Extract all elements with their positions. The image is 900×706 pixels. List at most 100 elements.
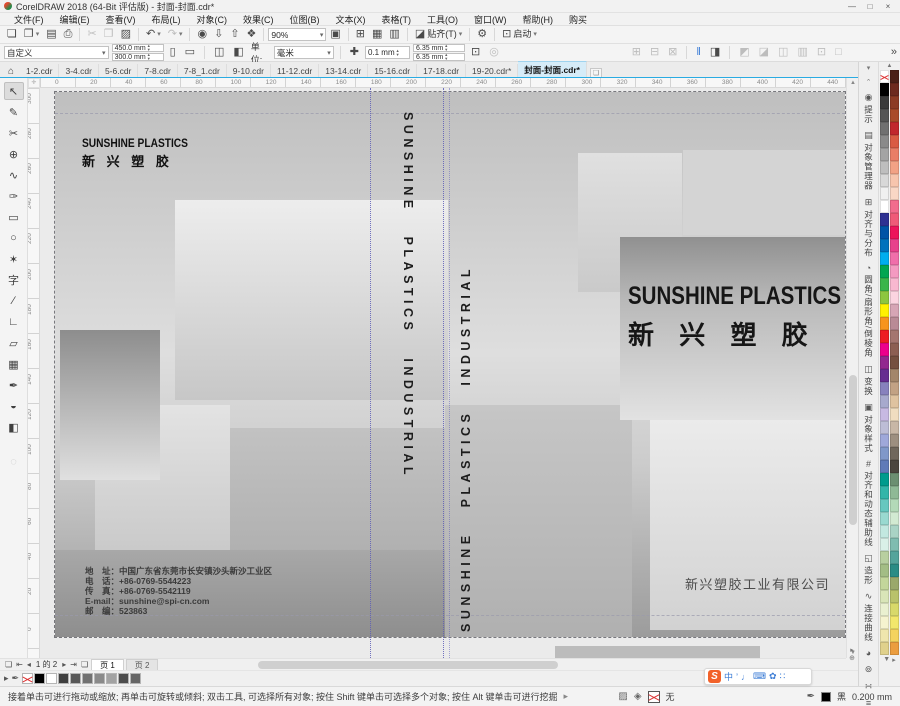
pan-icon[interactable]: ▸: [850, 646, 854, 654]
distribute-button[interactable]: ▥: [794, 45, 810, 60]
palette-swatch[interactable]: [890, 70, 899, 83]
palette-swatch[interactable]: [890, 213, 899, 226]
palette-swatch[interactable]: [880, 122, 889, 135]
vertical-scroll-thumb[interactable]: [849, 375, 857, 525]
menu-item-2[interactable]: 编辑(E): [52, 13, 98, 26]
save-button[interactable]: ▤: [43, 27, 59, 42]
spinner-icons[interactable]: ▲▼: [444, 44, 448, 52]
palette-swatch[interactable]: [880, 629, 889, 642]
palette-swatch[interactable]: [880, 408, 889, 421]
menu-item-4[interactable]: 布局(L): [144, 13, 189, 26]
palette-swatch[interactable]: [890, 447, 899, 460]
full-screen-preview-button[interactable]: ▣: [327, 27, 343, 42]
docker-tab-object-manager[interactable]: ▤对象管理器: [863, 130, 875, 191]
portrait-button[interactable]: ▯: [167, 45, 179, 60]
palette-flyout-arrow-icon[interactable]: ▸: [892, 656, 896, 664]
palette-swatch[interactable]: [880, 473, 889, 486]
smart-fill-tool[interactable]: ◧: [4, 418, 24, 436]
palette-swatch[interactable]: [890, 421, 899, 434]
tray-icon[interactable]: ⊚: [865, 664, 873, 675]
corel-connect-icon[interactable]: ◕: [866, 648, 871, 658]
menu-item-8[interactable]: 文本(X): [328, 13, 374, 26]
menu-item-9[interactable]: 表格(T): [374, 13, 420, 26]
docker-tab-alignment-dynamic-guides[interactable]: #对齐和动态辅助线: [863, 459, 875, 547]
palette-swatch[interactable]: [880, 603, 889, 616]
palette-scroll-up-icon[interactable]: ▲: [887, 62, 893, 70]
prev-page-button[interactable]: ◂: [26, 660, 32, 669]
options-button[interactable]: ⚙: [474, 27, 490, 42]
palette-swatch[interactable]: [880, 109, 889, 122]
new-document-button[interactable]: ❏: [4, 27, 20, 42]
next-page-button[interactable]: ▸: [61, 660, 67, 669]
ime-mic-icon[interactable]: ♩: [741, 672, 750, 682]
show-guidelines-button[interactable]: ▥: [386, 27, 402, 42]
overflow-button[interactable]: »: [888, 45, 900, 60]
search-content-button[interactable]: ◉: [194, 27, 210, 42]
palette-swatch[interactable]: [890, 148, 899, 161]
palette-swatch[interactable]: [890, 252, 899, 265]
palette-swatch[interactable]: [890, 460, 899, 473]
document-palette-swatch[interactable]: [94, 673, 105, 684]
document-palette-swatch[interactable]: [58, 673, 69, 684]
palette-swatch[interactable]: [890, 616, 899, 629]
undo-button[interactable]: ↶▾: [143, 27, 164, 42]
show-grid-button[interactable]: ▦: [369, 27, 385, 42]
vertical-scrollbar[interactable]: ▲ ▼: [846, 78, 858, 658]
palette-swatch[interactable]: [880, 551, 889, 564]
print-button[interactable]: ⎙: [61, 27, 76, 42]
palette-swatch[interactable]: [880, 239, 889, 252]
palette-swatch[interactable]: [880, 200, 889, 213]
palette-swatch[interactable]: [880, 148, 889, 161]
image-adjust-icon[interactable]: ▨: [618, 691, 627, 702]
redo-button[interactable]: ↷▾: [165, 27, 186, 42]
units-combo[interactable]: 毫米▾: [274, 46, 334, 59]
transparency-tool[interactable]: ▦: [4, 355, 24, 373]
palette-swatch[interactable]: [880, 187, 889, 200]
palette-swatch[interactable]: [890, 135, 899, 148]
object-position-button[interactable]: ◨: [707, 45, 723, 60]
application-launcher[interactable]: ⊡启动▾: [499, 27, 540, 42]
palette-swatch[interactable]: [880, 395, 889, 408]
export-button[interactable]: ⇧: [227, 27, 242, 42]
palette-swatch[interactable]: [880, 213, 889, 226]
last-page-button[interactable]: ⇥: [69, 660, 78, 669]
zoom-level-combo[interactable]: 90%▾: [268, 28, 326, 41]
palette-swatch[interactable]: [880, 434, 889, 447]
import-button[interactable]: ⇩: [211, 27, 226, 42]
document-palette-swatch[interactable]: [82, 673, 93, 684]
paste-button[interactable]: ▨: [118, 27, 134, 42]
guideline[interactable]: [449, 88, 450, 658]
group-button[interactable]: ⊡: [814, 45, 829, 60]
palette-swatch[interactable]: [890, 642, 899, 655]
docker-tab-shaping[interactable]: ◱造形: [863, 553, 875, 585]
palette-swatch[interactable]: [880, 356, 889, 369]
docker-collapse-icon[interactable]: ⌃: [866, 78, 872, 86]
palette-swatch[interactable]: [880, 161, 889, 174]
document-palette-swatch[interactable]: [70, 673, 81, 684]
palette-swatch[interactable]: [880, 564, 889, 577]
palette-swatch[interactable]: [890, 434, 899, 447]
page-width-field[interactable]: 450.0 mm▲▼: [112, 44, 164, 52]
snap-to-button[interactable]: ◪贴齐(T)▾: [412, 27, 465, 42]
menu-item-11[interactable]: 窗口(W): [466, 13, 515, 26]
artistic-media-tool[interactable]: ✑: [4, 187, 24, 205]
palette-swatch[interactable]: [880, 278, 889, 291]
show-rulers-button[interactable]: ⊞: [353, 27, 368, 42]
palette-swatch[interactable]: [880, 317, 889, 330]
palette-swatch[interactable]: [890, 486, 899, 499]
palette-swatch[interactable]: [880, 226, 889, 239]
document-palette-swatch[interactable]: [118, 673, 129, 684]
rectangle-tool[interactable]: ▭: [4, 208, 24, 226]
page-tab-1[interactable]: 页 1: [91, 659, 124, 670]
palette-swatch[interactable]: [890, 330, 899, 343]
palette-swatch[interactable]: [890, 239, 899, 252]
menu-item-3[interactable]: 查看(V): [98, 13, 144, 26]
palette-swatch[interactable]: [890, 200, 899, 213]
docker-tab-join-curves[interactable]: ∿连接曲线: [863, 591, 875, 642]
palette-swatch[interactable]: [880, 304, 889, 317]
landscape-button[interactable]: ▭: [182, 45, 198, 60]
object-data-icon[interactable]: ≡: [866, 698, 871, 706]
disabled-tool[interactable]: ◌: [4, 453, 24, 471]
palette-swatch[interactable]: [890, 408, 899, 421]
palette-swatch[interactable]: [880, 174, 889, 187]
